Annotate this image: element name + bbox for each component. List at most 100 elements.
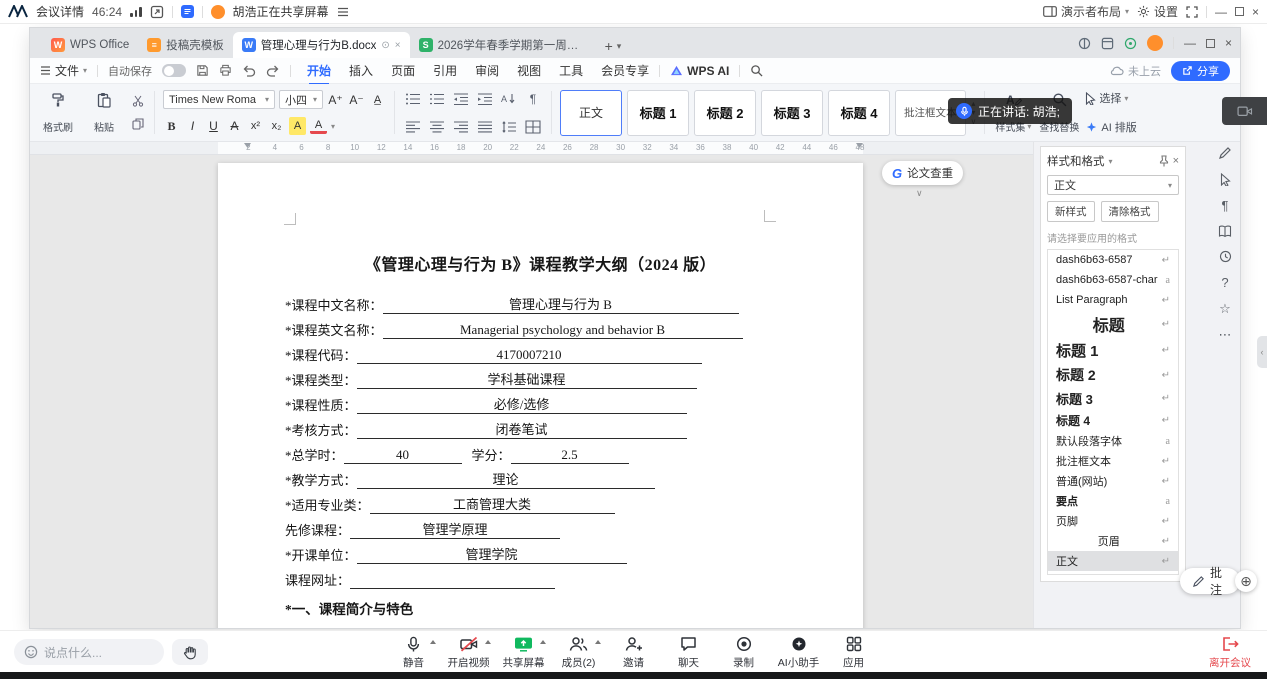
ai-assistant-button[interactable]: AI小助手: [774, 635, 824, 670]
mute-button[interactable]: 静音: [389, 635, 439, 670]
new-style-button[interactable]: 新样式: [1047, 201, 1095, 222]
current-style-select[interactable]: 正文 ▾: [1047, 175, 1179, 195]
more-icon[interactable]: ⋯: [1219, 328, 1232, 341]
chevron-up-icon[interactable]: [595, 640, 601, 644]
style-chip-body[interactable]: 正文: [560, 90, 622, 136]
search-icon[interactable]: [750, 64, 763, 77]
print-icon[interactable]: [219, 64, 232, 77]
history-icon[interactable]: [1219, 250, 1232, 263]
chat-button[interactable]: 聊天: [664, 635, 714, 670]
fullscreen-icon[interactable]: [1186, 6, 1198, 18]
tab-list-caret-icon[interactable]: ▾: [617, 41, 622, 52]
ruler[interactable]: 2468101214161820222426283032343638404244…: [30, 142, 1033, 155]
file-menu[interactable]: 文件 ▾: [40, 62, 87, 79]
style-list-item[interactable]: 标题 1 ↵: [1048, 338, 1178, 363]
font-color-button[interactable]: A: [310, 119, 327, 134]
align-center-icon[interactable]: [427, 118, 447, 135]
ribbon-tab-page[interactable]: 页面: [391, 62, 415, 79]
invite-button[interactable]: 邀请: [609, 635, 659, 670]
increase-font-icon[interactable]: A⁺: [327, 91, 344, 109]
paste-button[interactable]: 粘贴: [84, 89, 124, 136]
style-chip-heading1[interactable]: 标题 1: [627, 90, 689, 136]
save-icon[interactable]: [196, 64, 209, 77]
redo-icon[interactable]: [266, 65, 280, 77]
italic-button[interactable]: I: [184, 117, 201, 135]
style-list-item[interactable]: 普通(网站) ↵: [1048, 471, 1178, 491]
members-button[interactable]: 成员(2): [554, 635, 604, 670]
wps-minimize-button[interactable]: —: [1184, 37, 1196, 49]
justify-icon[interactable]: [475, 118, 495, 135]
copy-meeting-info-icon[interactable]: [150, 5, 164, 19]
chevron-down-icon[interactable]: ▾: [331, 122, 335, 131]
tab-wps-office[interactable]: W WPS Office: [42, 32, 138, 58]
style-list-item[interactable]: List Paragraph ↵: [1048, 290, 1178, 310]
style-list-item[interactable]: 默认段落字体 a: [1048, 431, 1178, 451]
style-list-item[interactable]: dash6b63-6587-char a: [1048, 270, 1178, 290]
chat-quick-input[interactable]: 说点什么...: [14, 639, 164, 665]
bullet-list-icon[interactable]: [403, 90, 423, 107]
notification-icon[interactable]: [1124, 37, 1137, 50]
document-page[interactable]: 《管理心理与行为 B》课程教学大纲（2024 版） *课程中文名称：管理心理与行…: [218, 163, 863, 628]
select-icon[interactable]: [1220, 173, 1231, 186]
close-button[interactable]: ×: [1252, 6, 1259, 18]
help-icon[interactable]: ?: [1221, 276, 1228, 289]
clear-format-icon[interactable]: A̲: [369, 91, 386, 109]
strikethrough-button[interactable]: A: [226, 117, 243, 135]
apps-button[interactable]: 应用: [829, 635, 879, 670]
video-dock[interactable]: [1222, 97, 1267, 125]
leave-meeting-button[interactable]: 离开会议: [1209, 635, 1251, 670]
share-screen-button[interactable]: 共享屏幕: [499, 635, 549, 670]
align-right-icon[interactable]: [451, 118, 471, 135]
style-chip-heading3[interactable]: 标题 3: [761, 90, 823, 136]
document-area[interactable]: 《管理心理与行为 B》课程教学大纲（2024 版） *课程中文名称：管理心理与行…: [30, 155, 1033, 628]
style-chip-heading4[interactable]: 标题 4: [828, 90, 890, 136]
tab-template-doc[interactable]: ≡ 投稿壳模板: [138, 32, 233, 58]
account-avatar[interactable]: [1147, 35, 1163, 51]
ribbon-tab-tools[interactable]: 工具: [559, 62, 583, 79]
pin-icon[interactable]: [1159, 155, 1169, 167]
zoom-icon[interactable]: ⊕: [1235, 570, 1257, 592]
ribbon-tab-member[interactable]: 会员专享: [601, 62, 649, 79]
style-list-item[interactable]: 要点 a: [1048, 491, 1178, 511]
wps-close-button[interactable]: ×: [1225, 37, 1232, 49]
settings-button[interactable]: 设置: [1137, 3, 1178, 20]
style-list-item[interactable]: 页眉 ↵: [1048, 531, 1178, 551]
presenter-layout-button[interactable]: 演示者布局 ▾: [1043, 3, 1129, 20]
style-list-item[interactable]: dash6b63-6587 ↵: [1048, 250, 1178, 270]
chevron-down-icon[interactable]: ▾: [1109, 157, 1113, 166]
wps-ai-button[interactable]: WPS AI: [670, 64, 729, 78]
edit-icon[interactable]: [1218, 146, 1232, 160]
style-list-item[interactable]: 标题 4 ↵: [1048, 410, 1178, 431]
font-name-select[interactable]: Times New Roma ▾: [163, 90, 275, 109]
ribbon-tab-review[interactable]: 审阅: [475, 62, 499, 79]
format-painter-button[interactable]: 格式刷: [38, 89, 78, 136]
increase-indent-icon[interactable]: [475, 90, 495, 107]
numbered-list-icon[interactable]: [427, 90, 447, 107]
highlight-color-button[interactable]: A: [289, 117, 306, 135]
new-tab-button[interactable]: +: [605, 38, 613, 54]
style-list-item[interactable]: 批注框文本 ↵: [1048, 451, 1178, 471]
collapse-caret-icon[interactable]: ∨: [916, 188, 923, 199]
raise-hand-button[interactable]: [172, 639, 208, 665]
chevron-up-icon[interactable]: [540, 640, 546, 644]
minimize-button[interactable]: —: [1215, 6, 1227, 18]
annotate-button[interactable]: 批注: [1180, 568, 1240, 594]
ribbon-tab-view[interactable]: 视图: [517, 62, 541, 79]
style-list-item[interactable]: 标题 ↵: [1048, 310, 1178, 338]
style-list-item[interactable]: 标题 3 ↵: [1048, 387, 1178, 410]
book-icon[interactable]: [1218, 225, 1232, 237]
subscript-button[interactable]: x₂: [268, 117, 285, 135]
autosave-toggle[interactable]: [162, 64, 186, 77]
meeting-details-label[interactable]: 会议详情: [36, 3, 84, 20]
clear-format-button[interactable]: 清除格式: [1101, 201, 1159, 222]
ribbon-tab-references[interactable]: 引用: [433, 62, 457, 79]
bold-button[interactable]: B: [163, 117, 180, 135]
style-chip-heading2[interactable]: 标题 2: [694, 90, 756, 136]
chevron-up-icon[interactable]: [430, 640, 436, 644]
font-size-select[interactable]: 小四 ▾: [279, 90, 323, 109]
tab-close-icon[interactable]: ×: [395, 40, 401, 51]
copy-icon[interactable]: [132, 118, 144, 130]
line-spacing-icon[interactable]: [499, 118, 519, 135]
paragraph-icon[interactable]: ¶: [1222, 199, 1229, 212]
cloud-status[interactable]: 未上云: [1110, 63, 1161, 79]
